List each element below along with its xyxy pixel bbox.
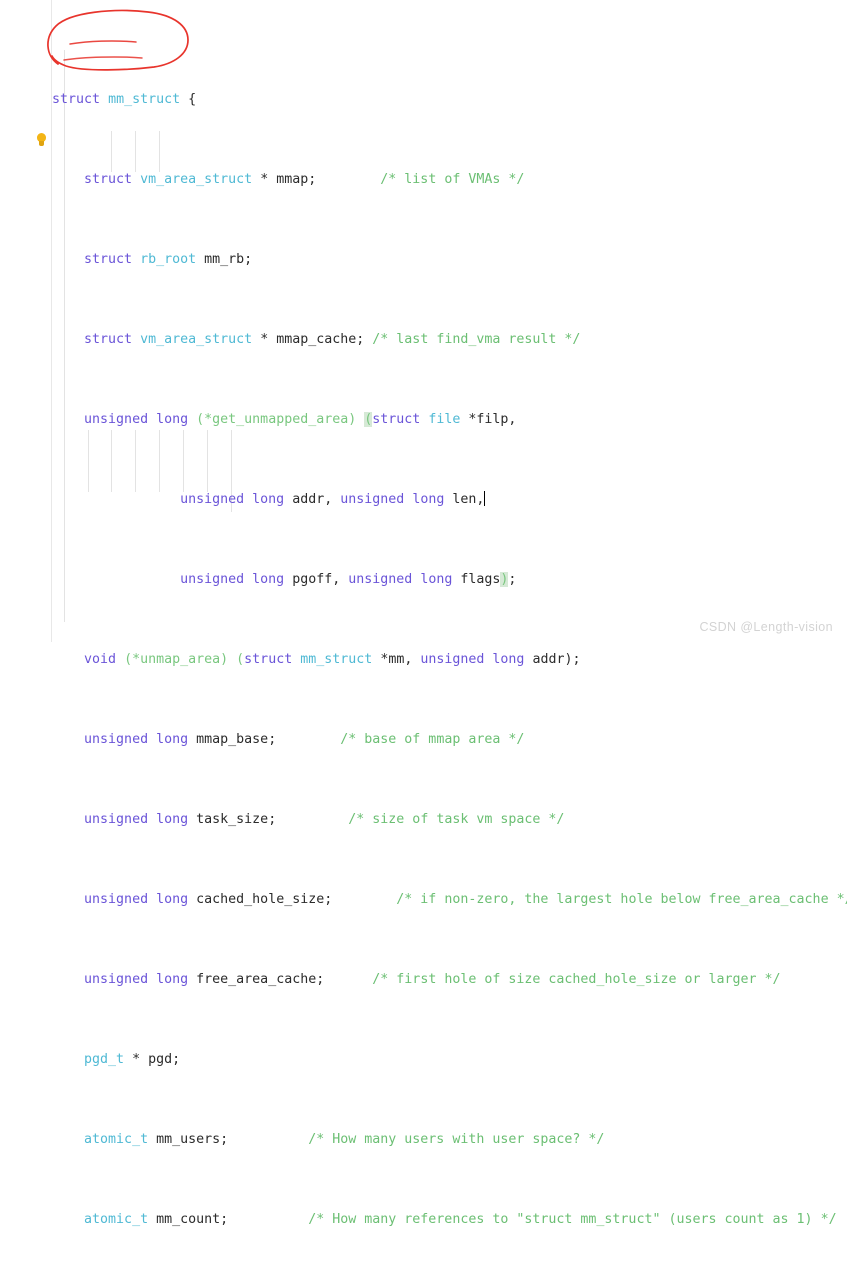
- token-comment: /* list of VMAs */: [380, 172, 525, 187]
- token-keyword: long: [156, 892, 189, 907]
- token-keyword: long: [252, 492, 285, 507]
- token-semicolon: ;: [508, 572, 517, 587]
- code-content[interactable]: struct mm_struct { struct vm_area_struct…: [52, 30, 847, 1284]
- token-keyword: unsigned: [340, 492, 405, 507]
- token-identifier: mmap_base;: [196, 732, 277, 747]
- token-keyword: unsigned: [84, 412, 149, 427]
- token-type: mm_struct: [108, 92, 181, 107]
- token-comment: /* last find_vma result */: [372, 332, 581, 347]
- token-identifier: mm_users;: [156, 1132, 229, 1147]
- code-line[interactable]: atomic_t mm_users; /* How many users wit…: [52, 1130, 847, 1150]
- token-keyword: unsigned: [180, 572, 245, 587]
- token-keyword: unsigned: [84, 812, 149, 827]
- token-keyword: long: [156, 972, 189, 987]
- code-line[interactable]: unsigned long addr, unsigned long len,: [52, 490, 847, 510]
- token-identifier: addr);: [532, 652, 581, 667]
- token-keyword: struct: [52, 92, 101, 107]
- token-comment: /* How many references to "struct mm_str…: [308, 1212, 837, 1227]
- token-identifier: *filp,: [468, 412, 517, 427]
- token-keyword: long: [412, 492, 445, 507]
- token-identifier: cached_hole_size;: [196, 892, 333, 907]
- token-keyword: struct: [244, 652, 293, 667]
- code-editor[interactable]: struct mm_struct { struct vm_area_struct…: [0, 0, 847, 1227]
- token-identifier: mm_count;: [156, 1212, 229, 1227]
- code-line[interactable]: unsigned long task_size; /* size of task…: [52, 810, 847, 830]
- token-identifier: task_size;: [196, 812, 277, 827]
- code-line[interactable]: struct vm_area_struct * mmap_cache; /* l…: [52, 330, 847, 350]
- token-comment: /* How many users with user space? */: [308, 1132, 605, 1147]
- token-comment: /* first hole of size cached_hole_size o…: [372, 972, 781, 987]
- token-identifier: pgoff,: [292, 572, 349, 587]
- token-keyword: long: [156, 812, 189, 827]
- token-identifier: flags: [460, 572, 501, 587]
- token-identifier: addr,: [292, 492, 341, 507]
- token-identifier: (*get_unmapped_area): [196, 412, 365, 427]
- token-keyword: unsigned: [420, 652, 485, 667]
- code-line[interactable]: atomic_t mm_count; /* How many reference…: [52, 1210, 847, 1230]
- token-identifier: mm_rb;: [204, 252, 253, 267]
- lightbulb-base: [39, 141, 44, 146]
- token-keyword: long: [156, 412, 189, 427]
- token-keyword: unsigned: [84, 972, 149, 987]
- token-type: vm_area_struct: [140, 332, 253, 347]
- token-identifier: * pgd;: [132, 1052, 181, 1067]
- token-type: atomic_t: [84, 1132, 149, 1147]
- token-keyword: struct: [372, 412, 421, 427]
- token-keyword: struct: [84, 172, 133, 187]
- token-keyword: unsigned: [348, 572, 413, 587]
- token-keyword: long: [492, 652, 525, 667]
- token-type: mm_struct: [300, 652, 373, 667]
- token-type: file: [428, 412, 461, 427]
- code-line[interactable]: struct mm_struct {: [52, 90, 847, 110]
- code-line[interactable]: pgd_t * pgd;: [52, 1050, 847, 1070]
- token-comment: /* size of task vm space */: [348, 812, 565, 827]
- text-caret: [484, 491, 486, 506]
- code-line[interactable]: struct vm_area_struct * mmap; /* list of…: [52, 170, 847, 190]
- token-type: rb_root: [140, 252, 197, 267]
- token-type: vm_area_struct: [140, 172, 253, 187]
- token-comment: /* base of mmap area */: [340, 732, 525, 747]
- lightbulb-icon[interactable]: [35, 133, 48, 148]
- token-paren: (: [236, 652, 245, 667]
- code-line[interactable]: unsigned long free_area_cache; /* first …: [52, 970, 847, 990]
- code-line[interactable]: unsigned long mmap_base; /* base of mmap…: [52, 730, 847, 750]
- editor-gutter[interactable]: [0, 0, 52, 642]
- token-identifier: * mmap;: [260, 172, 317, 187]
- token-keyword: void: [84, 652, 117, 667]
- token-type: atomic_t: [84, 1212, 149, 1227]
- watermark: CSDN @Length-vision: [699, 620, 833, 634]
- token-identifier: * mmap_cache;: [260, 332, 365, 347]
- token-keyword: unsigned: [84, 732, 149, 747]
- token-keyword: long: [252, 572, 285, 587]
- code-line[interactable]: unsigned long (*get_unmapped_area) (stru…: [52, 410, 847, 430]
- token-type: pgd_t: [84, 1052, 125, 1067]
- token-identifier: len,: [452, 492, 485, 507]
- token-identifier: *mm,: [380, 652, 421, 667]
- token-comment: /* if non-zero, the largest hole below f…: [396, 892, 847, 907]
- token-keyword: struct: [84, 332, 133, 347]
- token-keyword: struct: [84, 252, 133, 267]
- token-keyword: long: [420, 572, 453, 587]
- token-keyword: long: [156, 732, 189, 747]
- code-line[interactable]: unsigned long pgoff, unsigned long flags…: [52, 570, 847, 590]
- token-identifier: free_area_cache;: [196, 972, 325, 987]
- code-line[interactable]: void (*unmap_area) (struct mm_struct *mm…: [52, 650, 847, 670]
- code-line[interactable]: unsigned long cached_hole_size; /* if no…: [52, 890, 847, 910]
- token-identifier: (*unmap_area): [124, 652, 237, 667]
- code-line[interactable]: struct rb_root mm_rb;: [52, 250, 847, 270]
- token-brace: {: [180, 92, 197, 107]
- token-keyword: unsigned: [84, 892, 149, 907]
- token-keyword: unsigned: [180, 492, 245, 507]
